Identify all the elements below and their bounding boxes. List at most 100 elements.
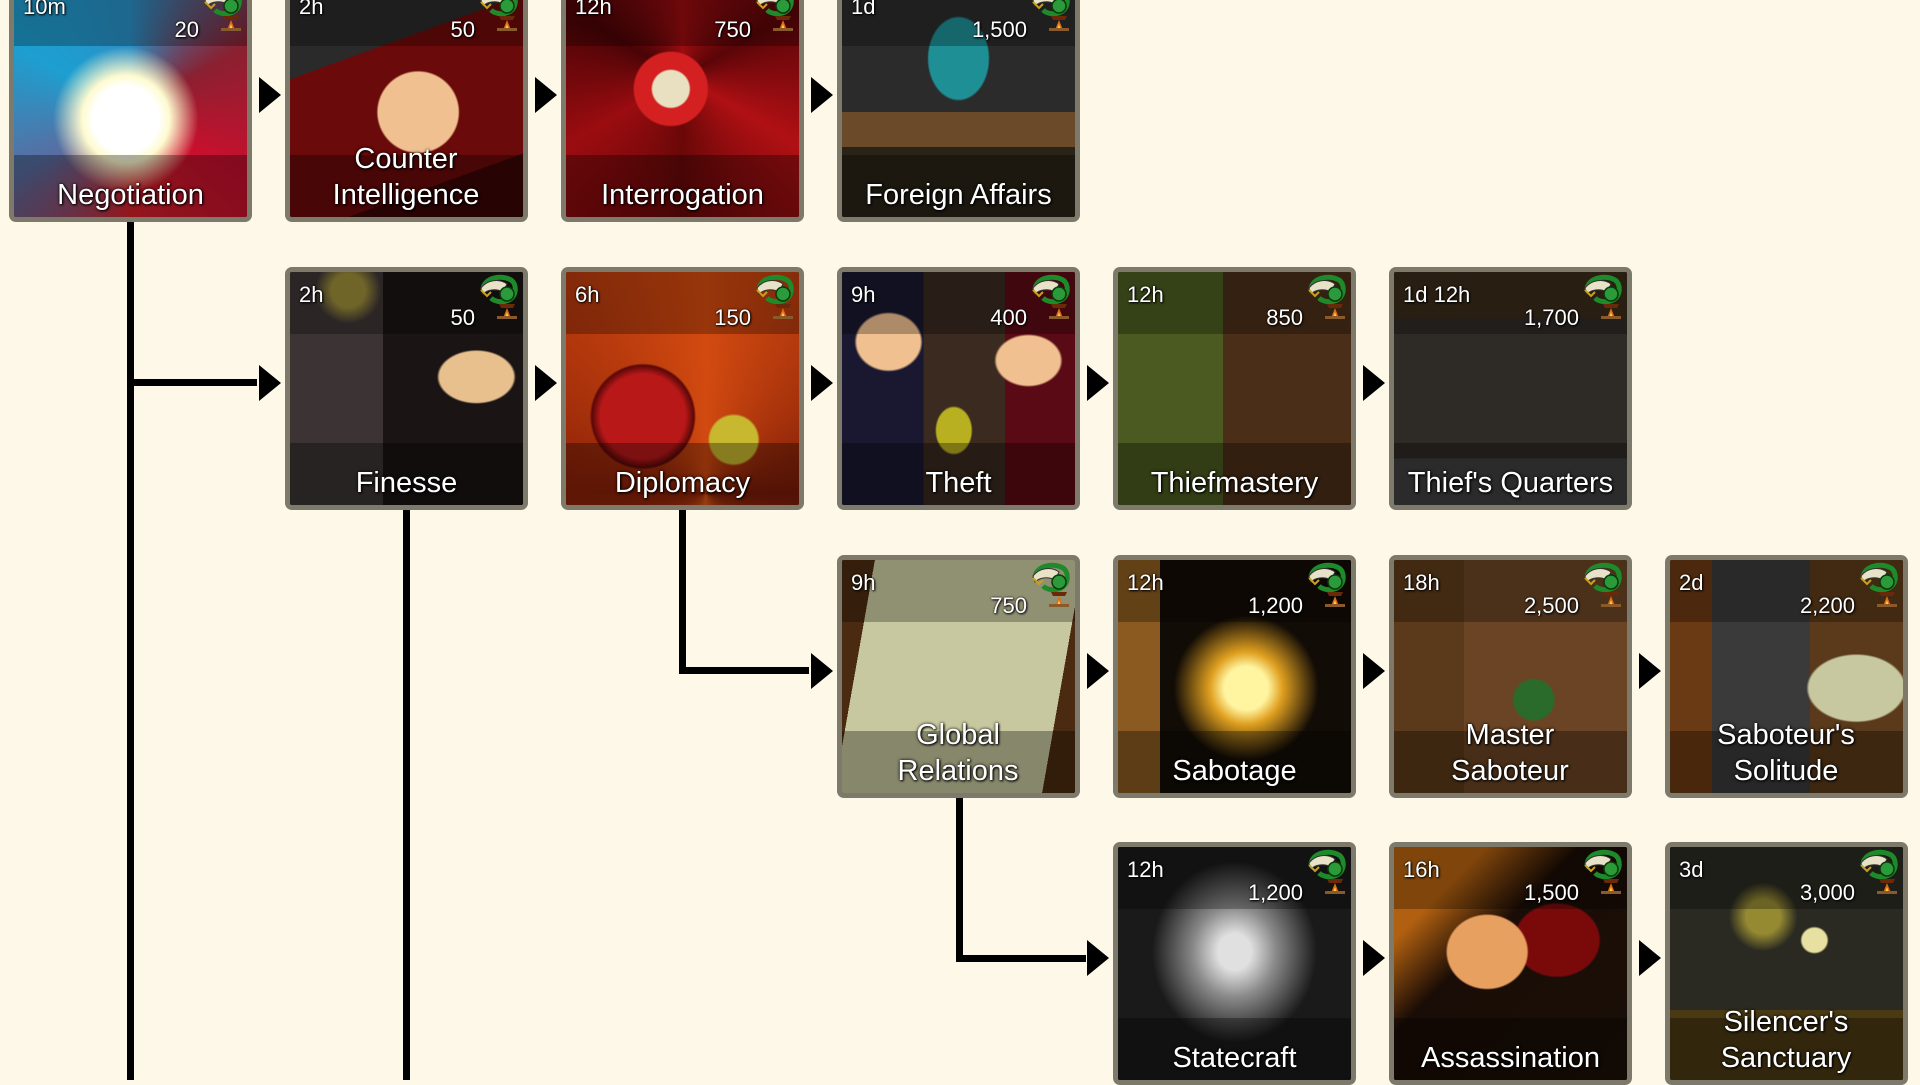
- research-name: Finesse: [355, 467, 458, 499]
- connector-negotiation-vertical: [127, 220, 134, 1080]
- research-name: Foreign Affairs: [865, 179, 1052, 211]
- arrow-icon: [811, 653, 833, 689]
- alchemy-cauldron-icon: [480, 274, 518, 319]
- research-card-interrogation[interactable]: 12h 750 Interrogation: [561, 0, 804, 222]
- alchemy-cauldron-icon: [1584, 562, 1622, 607]
- research-cost: 3,000: [1799, 880, 1855, 905]
- research-cost: 50: [450, 305, 475, 330]
- research-name: Assassination: [1421, 1042, 1600, 1074]
- research-time: 12h: [1127, 570, 1164, 595]
- alchemy-cauldron-icon: [204, 0, 242, 31]
- research-time: 3d: [1679, 857, 1704, 882]
- research-card-thiefmastery[interactable]: 12h 850 Thiefmastery: [1113, 267, 1356, 510]
- research-card-diplomacy[interactable]: 6h 150 Diplomacy: [561, 267, 804, 510]
- research-name: Thief's Quarters: [1407, 467, 1614, 499]
- research-cost: 50: [450, 17, 475, 42]
- research-cost: 150: [714, 305, 751, 330]
- research-cost: 400: [990, 305, 1027, 330]
- alchemy-cauldron-icon: [1860, 562, 1898, 607]
- research-cost: 850: [1266, 305, 1303, 330]
- connector-diplomacy-to-global: [679, 667, 809, 674]
- arrow-icon: [535, 365, 557, 401]
- research-time: 2h: [299, 282, 324, 307]
- research-time: 1d 12h: [1403, 282, 1471, 307]
- research-card-saboteurs-solitude[interactable]: 2d 2,200 Saboteur's Solitude: [1665, 555, 1908, 798]
- arrow-icon: [1087, 653, 1109, 689]
- arrow-icon: [811, 365, 833, 401]
- alchemy-cauldron-icon: [1584, 274, 1622, 319]
- research-time: 18h: [1403, 570, 1440, 595]
- research-card-sabotage[interactable]: 12h 1,200 Sabotage: [1113, 555, 1356, 798]
- research-name: Global Relations: [897, 719, 1019, 787]
- arrow-icon: [1363, 365, 1385, 401]
- research-card-silencers-sanctuary[interactable]: 3d 3,000 Silencer's Sanctuary: [1665, 842, 1908, 1085]
- research-card-theft[interactable]: 9h 400 Theft: [837, 267, 1080, 510]
- research-name: Interrogation: [601, 179, 764, 211]
- research-cost: 750: [714, 17, 751, 42]
- connector-finesse-vertical: [403, 508, 410, 1080]
- alchemy-cauldron-icon: [1032, 274, 1070, 319]
- research-name: Statecraft: [1172, 1042, 1297, 1074]
- arrow-icon: [535, 77, 557, 113]
- research-card-global-relations[interactable]: 9h 750 Global Relations: [837, 555, 1080, 798]
- research-time: 12h: [575, 0, 612, 19]
- research-card-thiefs-quarters[interactable]: 1d 12h 1,700 Thief's Quarters: [1389, 267, 1632, 510]
- alchemy-cauldron-icon: [756, 0, 794, 31]
- research-time: 1d: [851, 0, 876, 19]
- research-cost: 1,500: [1523, 880, 1579, 905]
- research-card-negotiation[interactable]: 10m 20 Negotiation: [9, 0, 252, 222]
- research-time: 9h: [851, 282, 876, 307]
- research-name: Diplomacy: [614, 467, 751, 499]
- alchemy-cauldron-icon: [480, 0, 518, 31]
- research-cost: 2,500: [1523, 593, 1579, 618]
- research-cost: 1,500: [971, 17, 1027, 42]
- alchemy-cauldron-icon: [756, 274, 794, 319]
- arrow-icon: [1363, 653, 1385, 689]
- alchemy-cauldron-icon: [1032, 562, 1070, 607]
- research-time: 2d: [1679, 570, 1704, 595]
- research-name: Negotiation: [57, 179, 204, 211]
- research-card-foreign-affairs[interactable]: 1d 1,500 Foreign Affairs: [837, 0, 1080, 222]
- alchemy-cauldron-icon: [1860, 849, 1898, 894]
- arrow-icon: [1363, 940, 1385, 976]
- research-name: Counter Intelligence: [332, 143, 480, 211]
- research-cost: 20: [174, 17, 199, 42]
- alchemy-cauldron-icon: [1308, 849, 1346, 894]
- research-cost: 750: [990, 593, 1027, 618]
- connector-diplomacy-vertical: [679, 508, 686, 674]
- research-time: 10m: [23, 0, 66, 19]
- research-name: Thiefmastery: [1150, 467, 1319, 499]
- research-time: 12h: [1127, 282, 1164, 307]
- research-cost: 1,700: [1523, 305, 1579, 330]
- research-name: Saboteur's Solitude: [1717, 719, 1855, 787]
- arrow-icon: [259, 77, 281, 113]
- research-card-finesse[interactable]: 2h 50 Finesse: [285, 267, 528, 510]
- arrow-icon: [1087, 365, 1109, 401]
- arrow-icon: [811, 77, 833, 113]
- arrow-icon: [1087, 940, 1109, 976]
- research-card-counter-intelligence[interactable]: 2h 50 Counter Intelligence: [285, 0, 528, 222]
- research-cost: 1,200: [1247, 593, 1303, 618]
- research-cost: 2,200: [1799, 593, 1855, 618]
- research-time: 2h: [299, 0, 324, 19]
- research-name: Silencer's Sanctuary: [1720, 1006, 1852, 1074]
- research-time: 6h: [575, 282, 600, 307]
- arrow-icon: [259, 365, 281, 401]
- research-name: Theft: [925, 467, 992, 499]
- connector-global-to-statecraft: [956, 955, 1086, 962]
- connector-negotiation-to-finesse: [127, 379, 257, 386]
- research-time: 12h: [1127, 857, 1164, 882]
- research-time: 9h: [851, 570, 876, 595]
- arrow-icon: [1639, 653, 1661, 689]
- research-card-assassination[interactable]: 16h 1,500 Assassination: [1389, 842, 1632, 1085]
- alchemy-cauldron-icon: [1308, 274, 1346, 319]
- alchemy-cauldron-icon: [1032, 0, 1070, 31]
- research-time: 16h: [1403, 857, 1440, 882]
- research-card-master-saboteur[interactable]: 18h 2,500 Master Saboteur: [1389, 555, 1632, 798]
- research-card-statecraft[interactable]: 12h 1,200 Statecraft: [1113, 842, 1356, 1085]
- research-cost: 1,200: [1247, 880, 1303, 905]
- connector-global-vertical: [956, 796, 963, 962]
- research-name: Sabotage: [1172, 755, 1297, 787]
- arrow-icon: [1639, 940, 1661, 976]
- alchemy-cauldron-icon: [1308, 562, 1346, 607]
